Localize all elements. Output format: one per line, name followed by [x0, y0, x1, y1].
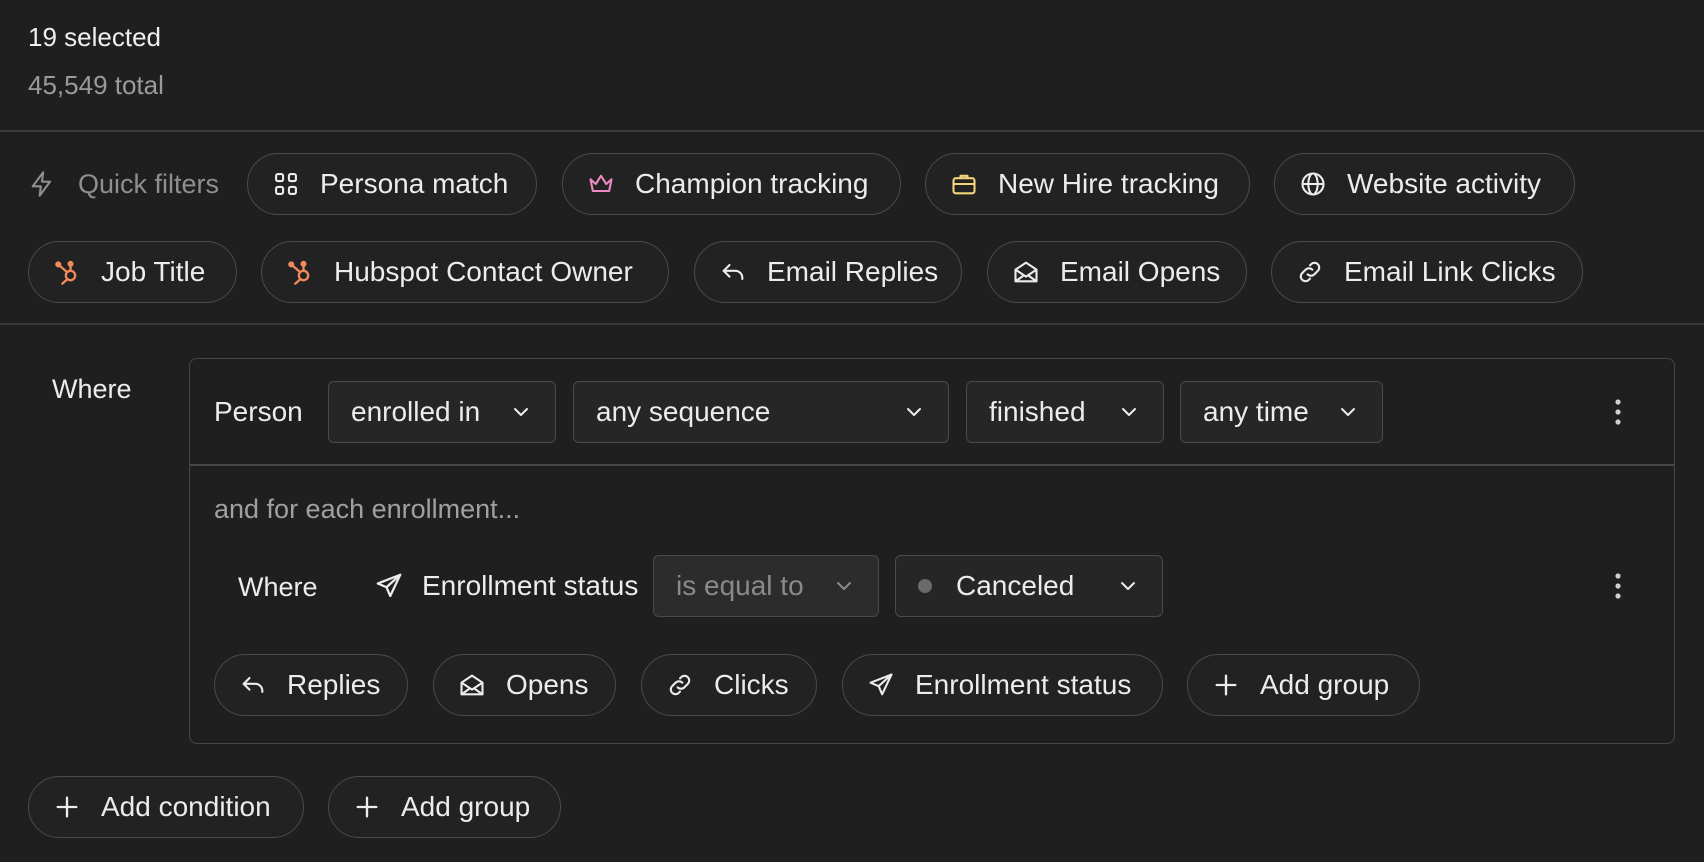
sub-filter-clicks[interactable]: Clicks [641, 654, 817, 716]
select-value: any sequence [596, 396, 771, 427]
reply-icon [719, 258, 747, 286]
subject-label: Person [214, 396, 303, 427]
lightning-icon [31, 171, 52, 197]
chevron-down-icon [1122, 408, 1136, 416]
quick-filter-email-opens[interactable]: Email Opens [987, 241, 1247, 303]
selected-count: 19 selected [28, 22, 161, 52]
plus-icon [53, 793, 81, 821]
envelope-open-icon [458, 671, 486, 699]
chip-label: Email Opens [1060, 256, 1221, 287]
chip-label: Enrollment status [915, 669, 1132, 700]
select-value: is equal to [676, 570, 804, 601]
chip-label: Replies [287, 669, 381, 700]
sub-condition-more-button[interactable] [1606, 566, 1630, 606]
operator-select[interactable]: is equal to [653, 555, 879, 617]
sequence-select[interactable]: any sequence [573, 381, 949, 443]
enrolled-in-select[interactable]: enrolled in [328, 381, 556, 443]
where-label: Where [52, 374, 132, 404]
select-value: any time [1203, 396, 1309, 427]
add-condition-button[interactable]: Add condition [28, 776, 304, 838]
enrollment-status-field: Enrollment status [374, 555, 638, 617]
quick-filters-label-group: Quick filters [28, 152, 219, 216]
chip-label: Persona match [320, 168, 509, 199]
chip-label: Opens [506, 669, 589, 700]
value-select[interactable]: Canceled [895, 555, 1163, 617]
kebab-icon [1615, 399, 1621, 425]
total-count: 45,549 total [28, 70, 164, 100]
select-value: finished [989, 396, 1086, 427]
reply-icon [239, 671, 267, 699]
select-value: enrolled in [351, 396, 481, 427]
quick-filter-email-replies[interactable]: Email Replies [694, 241, 962, 303]
quick-filter-website-activity[interactable]: Website activity [1274, 153, 1575, 215]
globe-icon [1299, 170, 1327, 198]
plus-icon [1212, 671, 1240, 699]
quick-filter-persona-match[interactable]: Persona match [247, 153, 537, 215]
header-divider [0, 130, 1704, 132]
envelope-open-icon [1012, 258, 1040, 286]
send-icon [376, 573, 402, 598]
filters-divider [0, 323, 1704, 325]
link-icon [1296, 258, 1324, 286]
condition-panel-divider [190, 464, 1674, 466]
send-icon [867, 671, 895, 699]
sub-add-group-button[interactable]: Add group [1187, 654, 1420, 716]
chevron-down-icon [907, 408, 921, 416]
select-value: Canceled [956, 570, 1075, 601]
add-group-button[interactable]: Add group [328, 776, 561, 838]
status-dot-icon [918, 579, 932, 593]
chevron-down-icon [837, 582, 851, 590]
kebab-icon [1615, 573, 1621, 599]
quick-filter-hubspot-contact-owner[interactable]: Hubspot Contact Owner [261, 241, 669, 303]
grid-icon [272, 170, 300, 198]
chip-label: Champion tracking [635, 168, 869, 199]
quick-filter-new-hire-tracking[interactable]: New Hire tracking [925, 153, 1250, 215]
sub-where-label: Where [238, 572, 318, 602]
chevron-down-icon [514, 408, 528, 416]
hubspot-icon [53, 258, 81, 286]
quick-filter-champion-tracking[interactable]: Champion tracking [562, 153, 901, 215]
chip-label: Job Title [101, 256, 206, 287]
condition-more-button[interactable] [1606, 392, 1630, 432]
chip-label: Add condition [101, 791, 271, 822]
chevron-down-icon [1341, 408, 1355, 416]
quick-filters-label: Quick filters [78, 168, 220, 199]
chip-label: Add group [1260, 669, 1390, 700]
crown-icon [587, 170, 615, 198]
field-label: Enrollment status [422, 570, 639, 601]
status-select[interactable]: finished [966, 381, 1164, 443]
link-icon [666, 671, 694, 699]
sub-filter-opens[interactable]: Opens [433, 654, 616, 716]
chip-label: New Hire tracking [998, 168, 1219, 199]
sub-filter-enrollment-status[interactable]: Enrollment status [842, 654, 1163, 716]
chip-label: Add group [401, 791, 531, 822]
quick-filter-job-title[interactable]: Job Title [28, 241, 237, 303]
chip-label: Email Link Clicks [1344, 256, 1556, 287]
quick-filter-email-link-clicks[interactable]: Email Link Clicks [1271, 241, 1583, 303]
hubspot-icon [286, 258, 314, 286]
chip-label: Email Replies [767, 256, 939, 287]
time-select[interactable]: any time [1180, 381, 1383, 443]
chevron-down-icon [1121, 582, 1135, 590]
chip-label: Hubspot Contact Owner [334, 256, 633, 287]
plus-icon [353, 793, 381, 821]
chip-label: Website activity [1347, 168, 1541, 199]
sub-filter-replies[interactable]: Replies [214, 654, 408, 716]
chip-label: Clicks [714, 669, 789, 700]
briefcase-icon [950, 170, 978, 198]
enrollment-note: and for each enrollment... [214, 494, 521, 524]
